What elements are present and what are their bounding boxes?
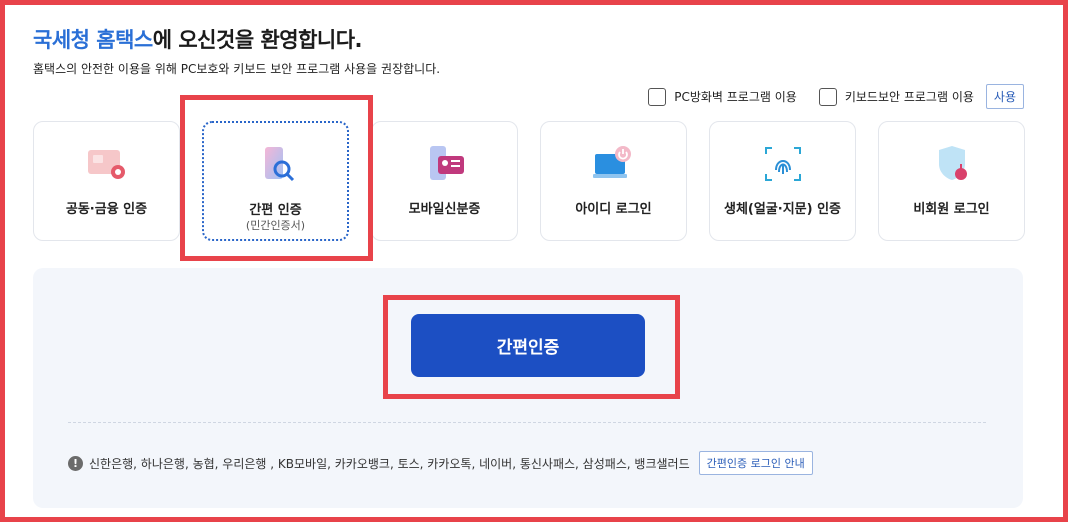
page-title: 국세청 홈택스에 오신것을 환영합니다.	[33, 24, 363, 54]
method-biometric[interactable]: 생체(얼굴·지문) 인증	[709, 121, 856, 241]
shield-thermometer-icon	[938, 146, 967, 180]
highlight-box-method	[180, 95, 373, 261]
method-joint-certificate[interactable]: 공동·금융 인증	[33, 121, 180, 241]
method-label: 아이디 로그인	[575, 202, 652, 217]
firewall-label: PC방화벽 프로그램 이용	[674, 90, 797, 104]
provider-list: ! 신한은행, 하나은행, 농협, 우리은행 , KB모바일, 카카오뱅크, 토…	[68, 451, 813, 475]
highlight-box-button	[383, 295, 680, 399]
method-guest-login[interactable]: 비회원 로그인	[878, 121, 1025, 241]
security-options: PC방화벽 프로그램 이용 키보드보안 프로그램 이용 사용	[626, 84, 1024, 109]
method-mobile-id[interactable]: 모바일신분증	[371, 121, 518, 241]
providers-text: 신한은행, 하나은행, 농협, 우리은행 , KB모바일, 카카오뱅크, 토스,…	[89, 456, 690, 471]
method-label: 공동·금융 인증	[65, 202, 148, 217]
title-rest: 에 오신것을 환영합니다.	[152, 28, 363, 52]
method-id-login[interactable]: 아이디 로그인	[540, 121, 687, 241]
firewall-checkbox[interactable]: PC방화벽 프로그램 이용	[648, 87, 797, 106]
use-button[interactable]: 사용	[985, 84, 1024, 109]
laptop-power-icon	[592, 146, 631, 178]
method-label: 모바일신분증	[408, 202, 481, 217]
keyboard-security-checkbox[interactable]: 키보드보안 프로그램 이용	[818, 87, 974, 106]
checkbox-box[interactable]	[648, 87, 667, 106]
keyboard-security-label: 키보드보안 프로그램 이용	[844, 90, 974, 104]
page-subtitle: 홈택스의 안전한 이용을 위해 PC보호와 키보드 보안 프로그램 사용을 권장…	[33, 62, 441, 76]
simple-auth-guide-button[interactable]: 간편인증 로그인 안내	[698, 451, 813, 475]
method-label: 생체(얼굴·지문) 인증	[723, 202, 842, 217]
certificate-icon	[87, 150, 125, 179]
divider	[68, 422, 986, 423]
brand-name: 국세청 홈택스	[33, 28, 153, 52]
info-icon: !	[68, 455, 83, 471]
fingerprint-icon	[764, 147, 801, 181]
mobile-id-icon	[429, 146, 464, 180]
checkbox-box[interactable]	[818, 87, 837, 106]
method-label: 비회원 로그인	[913, 202, 990, 217]
